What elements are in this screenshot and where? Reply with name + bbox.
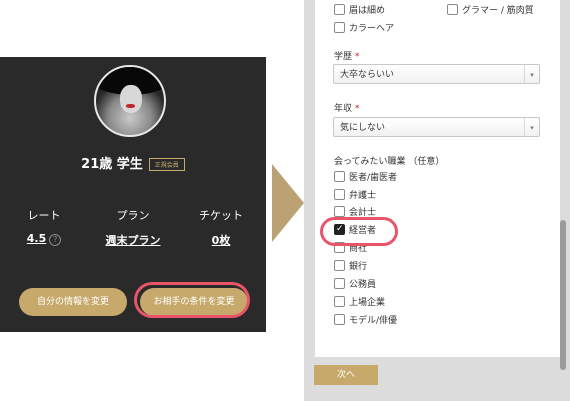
required-mark: * bbox=[354, 104, 360, 114]
checkbox-label: 医者/歯医者 bbox=[349, 173, 398, 183]
stat-rate-value-row: 4.5? bbox=[4, 232, 84, 246]
checkbox-label: 上場企業 bbox=[349, 298, 386, 308]
form-panel: 眉は細め グラマー / 筋肉質 カラーヘア 学歴 * 大卒ならいい ▾ 年収 *… bbox=[304, 0, 570, 401]
checkbox-label: モデル/俳優 bbox=[349, 316, 398, 326]
checkbox-color-hair[interactable]: カラーヘア bbox=[334, 22, 394, 36]
avatar bbox=[94, 65, 166, 137]
required-mark: * bbox=[354, 52, 360, 62]
checkbox-icon[interactable] bbox=[334, 278, 345, 289]
checkbox-icon[interactable] bbox=[334, 206, 345, 217]
right-arrow-icon bbox=[272, 164, 304, 242]
checkbox-label: 銀行 bbox=[349, 262, 368, 272]
checkbox-icon[interactable] bbox=[334, 4, 345, 15]
checkbox-icon[interactable] bbox=[334, 22, 345, 33]
checkbox-icon[interactable] bbox=[334, 189, 345, 200]
checkbox-listed-company[interactable]: 上場企業 bbox=[334, 296, 385, 310]
stat-plan: プラン 週末プラン bbox=[93, 207, 173, 248]
highlight-ring-executive bbox=[320, 217, 398, 246]
next-button[interactable]: 次へ bbox=[314, 365, 378, 385]
income-selected-value: 気にしない bbox=[340, 123, 386, 133]
stat-ticket-value-row: 0枚 bbox=[181, 232, 261, 248]
checkbox-label: 公務員 bbox=[349, 280, 377, 290]
income-label-text: 年収 bbox=[334, 104, 353, 114]
checkbox-label: グラマー / 筋肉質 bbox=[462, 6, 534, 16]
education-label-text: 学歴 bbox=[334, 52, 353, 62]
checkbox-label: 弁護士 bbox=[349, 191, 377, 201]
profile-name-row: 21歳 学生 正規会員 bbox=[0, 153, 266, 172]
checkbox-icon[interactable] bbox=[334, 314, 345, 325]
checkbox-icon[interactable] bbox=[334, 260, 345, 271]
chevron-down-icon: ▾ bbox=[524, 118, 539, 136]
checkbox-bank[interactable]: 銀行 bbox=[334, 260, 367, 274]
highlight-ring-partner-button bbox=[134, 282, 250, 318]
checkbox-label: 眉は細め bbox=[349, 6, 386, 16]
edit-my-info-button[interactable]: 自分の情報を変更 bbox=[19, 288, 127, 316]
checkbox-label: カラーヘア bbox=[349, 24, 395, 34]
avatar-lips-shape bbox=[126, 104, 135, 108]
checkbox-doctor[interactable]: 医者/歯医者 bbox=[334, 171, 397, 185]
occupation-label: 会ってみたい職業 （任意） bbox=[334, 157, 445, 167]
scrollbar[interactable] bbox=[560, 220, 566, 370]
stat-rate-label: レート bbox=[27, 209, 61, 222]
chevron-down-icon: ▾ bbox=[524, 65, 539, 83]
member-status-badge: 正規会員 bbox=[148, 158, 185, 171]
checkbox-icon[interactable] bbox=[334, 171, 345, 182]
checkbox-lawyer[interactable]: 弁護士 bbox=[334, 189, 376, 203]
stat-ticket: チケット 0枚 bbox=[181, 207, 261, 248]
stat-plan-label: プラン bbox=[116, 209, 150, 222]
checkbox-icon[interactable] bbox=[447, 4, 458, 15]
stat-ticket-label: チケット bbox=[199, 209, 243, 222]
income-select[interactable]: 気にしない ▾ bbox=[333, 117, 540, 137]
stat-plan-value-link[interactable]: 週末プラン bbox=[106, 234, 161, 247]
income-label: 年収 * bbox=[334, 101, 359, 114]
stat-ticket-value-link[interactable]: 0枚 bbox=[212, 234, 231, 247]
stat-rate: レート 4.5? bbox=[4, 207, 84, 246]
checkbox-icon[interactable] bbox=[334, 296, 345, 307]
help-icon[interactable]: ? bbox=[49, 234, 62, 246]
education-selected-value: 大卒ならいい bbox=[340, 70, 395, 80]
education-label: 学歴 * bbox=[334, 49, 359, 62]
checkbox-civil-servant[interactable]: 公務員 bbox=[334, 278, 376, 292]
form-card: 眉は細め グラマー / 筋肉質 カラーヘア 学歴 * 大卒ならいい ▾ 年収 *… bbox=[315, 0, 560, 357]
education-select[interactable]: 大卒ならいい ▾ bbox=[333, 64, 540, 84]
checkbox-thin-eyebrows[interactable]: 眉は細め bbox=[334, 4, 385, 18]
checkbox-glamour-muscular[interactable]: グラマー / 筋肉質 bbox=[447, 4, 534, 18]
checkbox-model-actor[interactable]: モデル/俳優 bbox=[334, 314, 397, 328]
profile-name: 21歳 学生 bbox=[81, 157, 143, 172]
profile-card: 21歳 学生 正規会員 レート 4.5? プラン 週末プラン チケット 0枚 自分… bbox=[0, 57, 266, 332]
avatar-face-shape bbox=[120, 85, 142, 113]
stat-rate-value[interactable]: 4.5 bbox=[27, 232, 47, 245]
stat-plan-value-row: 週末プラン bbox=[93, 232, 173, 248]
